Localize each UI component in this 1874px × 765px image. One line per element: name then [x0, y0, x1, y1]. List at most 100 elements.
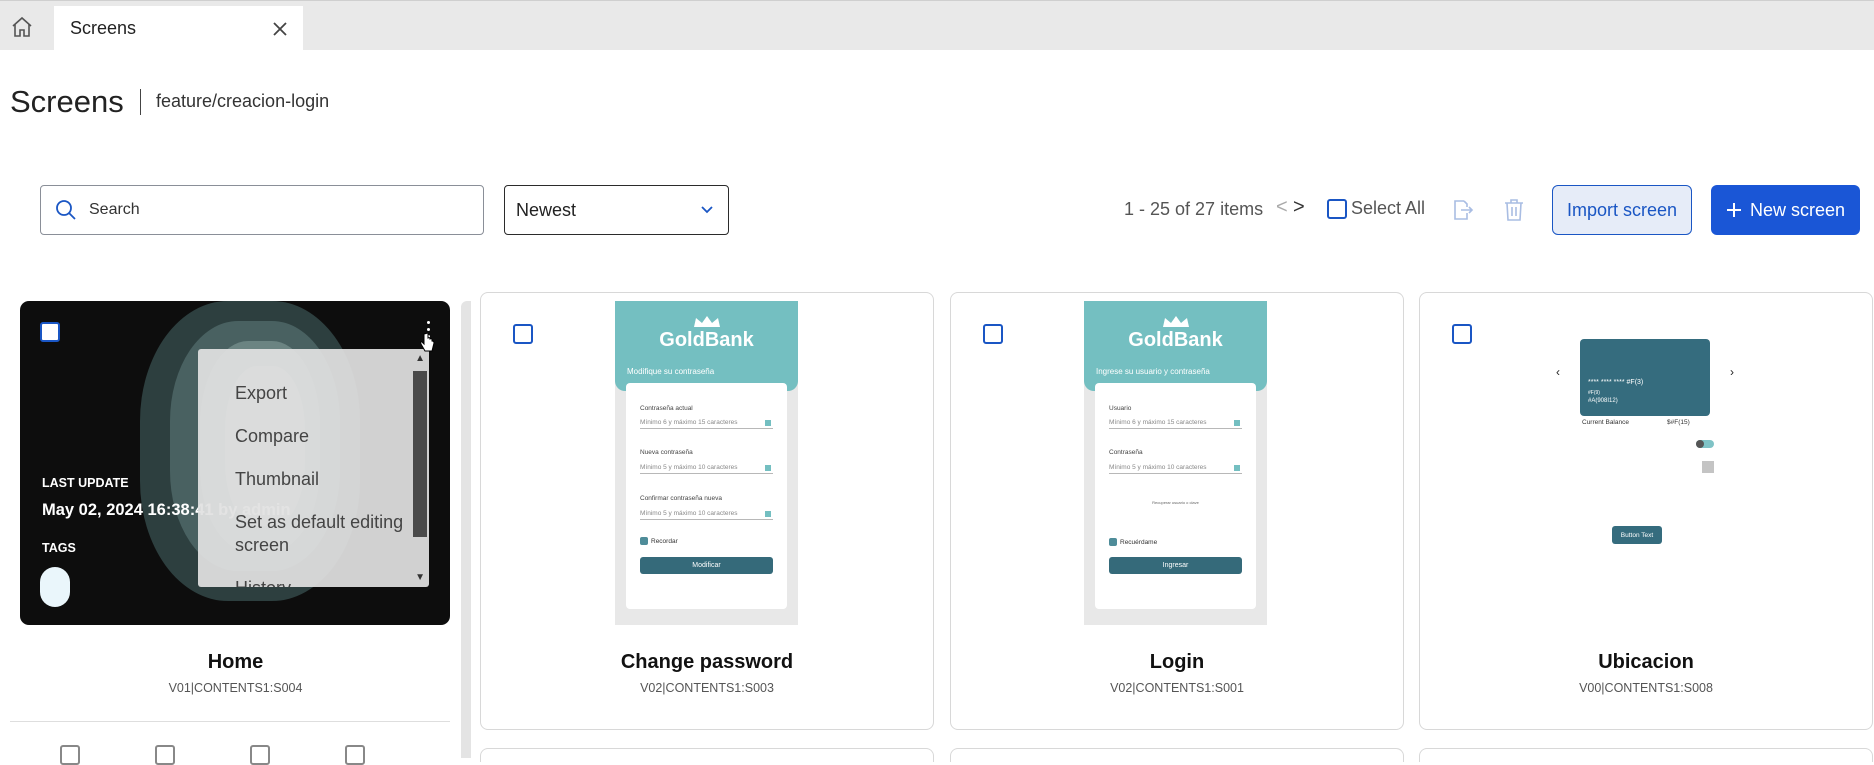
- card-checkbox[interactable]: [983, 324, 1003, 344]
- card-divider: [10, 721, 450, 722]
- field-hint: Mínimo 5 y máximo 10 caracteres: [1109, 464, 1207, 471]
- chevron-down-icon: [701, 206, 713, 214]
- card-name: Home: [207, 651, 264, 673]
- chevron-left-icon: ‹: [1556, 365, 1560, 379]
- scroll-up-icon[interactable]: ▲: [415, 353, 425, 364]
- card-code: V02|CONTENTS1:S001: [1110, 681, 1244, 695]
- preview-subtitle: Modifique su contraseña: [627, 367, 715, 376]
- sort-value: Newest: [516, 199, 577, 220]
- field-input: Mínimo 6 y máximo 15 caracteres: [1109, 419, 1242, 429]
- field-label: Contraseña actual: [640, 405, 693, 412]
- search-input[interactable]: [89, 201, 449, 219]
- preview-credit-card: **** **** **** #F(3) #F(9) #A(908I12): [1580, 339, 1710, 416]
- scroll-down-icon[interactable]: ▼: [415, 572, 425, 583]
- import-screen-button[interactable]: Import screen: [1552, 185, 1692, 235]
- field-label: Confirmar contraseña nueva: [640, 495, 723, 502]
- prev-page-button[interactable]: <: [1276, 196, 1288, 219]
- preview-balance-label: Current Balance: [1582, 419, 1629, 426]
- card-peek: [1419, 748, 1873, 762]
- card-name: Ubicacion: [1598, 651, 1694, 673]
- select-all-checkbox[interactable]: [1327, 198, 1347, 219]
- select-all-label: Select All: [1351, 198, 1426, 218]
- close-icon[interactable]: [271, 20, 289, 38]
- delete-icon[interactable]: [250, 745, 270, 765]
- export-icon[interactable]: [1450, 198, 1474, 222]
- field-label: Usuario: [1109, 405, 1132, 412]
- next-page-button[interactable]: >: [1293, 196, 1305, 219]
- preview-logo: GoldBank: [1128, 329, 1223, 351]
- field-input: Mínimo 6 y máximo 15 caracteres: [640, 419, 773, 429]
- card-preview: GoldBank Ingrese su usuario y contraseña…: [1084, 301, 1267, 625]
- preview-button: Modificar: [640, 557, 773, 574]
- preview-toggle: [1696, 440, 1714, 448]
- field-label: Nueva contraseña: [640, 449, 693, 456]
- card-checkbox[interactable]: [40, 322, 60, 342]
- preview-card-number: **** **** **** #F(3): [1588, 379, 1644, 386]
- screen-card-login[interactable]: GoldBank Ingrese su usuario y contraseña…: [950, 292, 1404, 730]
- chevron-right-icon: ›: [1730, 365, 1734, 379]
- card-preview: LAST UPDATE May 02, 2024 16:38:41 by adm…: [20, 301, 450, 625]
- new-screen-label: New screen: [1749, 199, 1846, 220]
- title-divider: [140, 89, 141, 115]
- field-hint: Mínimo 5 y máximo 10 caracteres: [640, 510, 738, 517]
- preview-form: Usuario Mínimo 6 y máximo 15 caracteres …: [1095, 383, 1256, 609]
- field-hint: Mínimo 6 y máximo 15 caracteres: [640, 419, 738, 426]
- context-menu: ▲ Export Compare Thumbnail Set as defaul…: [198, 349, 429, 587]
- edit-icon[interactable]: [60, 745, 80, 765]
- card-name: Change password: [620, 651, 794, 673]
- new-screen-button[interactable]: New screen: [1711, 185, 1860, 235]
- preview-subtitle: Ingrese su usuario y contraseña: [1096, 367, 1210, 376]
- tab-screens-label: Screens: [70, 18, 137, 38]
- card-peek: [480, 748, 934, 762]
- preview-button: Button Text: [1612, 526, 1662, 544]
- menu-item-compare[interactable]: Compare: [235, 425, 415, 448]
- plus-icon: [1726, 203, 1741, 217]
- tags-label: TAGS: [42, 541, 76, 555]
- preview-logo: GoldBank: [659, 329, 754, 351]
- sort-dropdown[interactable]: Newest: [504, 185, 729, 235]
- home-icon: [12, 16, 32, 37]
- tab-screens[interactable]: Screens: [54, 6, 303, 51]
- card-checkbox[interactable]: [513, 324, 533, 344]
- card-preview: GoldBank Modifique su contraseña Contras…: [615, 301, 798, 625]
- preview-card-line: #A(908I12): [1588, 398, 1618, 404]
- preview-checkbox-label: Recordar: [651, 537, 678, 545]
- card-code: V00|CONTENTS1:S008: [1579, 681, 1713, 695]
- menu-item-thumbnail[interactable]: Thumbnail: [235, 468, 415, 491]
- preview-checkbox: Recordar: [640, 537, 678, 545]
- copy-icon[interactable]: [155, 745, 175, 765]
- preview-square: [1702, 461, 1714, 473]
- tag-pill[interactable]: [40, 567, 70, 607]
- card-actions: [60, 745, 365, 765]
- field-label: Contraseña: [1109, 449, 1143, 456]
- screen-card-home[interactable]: LAST UPDATE May 02, 2024 16:38:41 by adm…: [10, 301, 451, 765]
- search-icon: [56, 200, 76, 220]
- screen-card-ubicacion[interactable]: ‹ › **** **** **** #F(3) #F(9) #A(908I12…: [1419, 292, 1873, 730]
- crown-icon: [694, 316, 720, 327]
- card-peek: [950, 748, 1404, 762]
- field-input: Mínimo 5 y máximo 10 caracteres: [640, 510, 773, 520]
- menu-item-export[interactable]: Export: [235, 382, 415, 405]
- pagination-info: 1 - 25 of 27 items: [1124, 199, 1264, 219]
- screen-card-change-password[interactable]: GoldBank Modifique su contraseña Contras…: [480, 292, 934, 730]
- card-code: V01|CONTENTS1:S004: [168, 681, 303, 695]
- menu-item-set-default[interactable]: Set as default editing screen: [235, 511, 415, 557]
- preview-checkbox: Recuérdame: [1109, 538, 1157, 546]
- menu-item-history[interactable]: History: [235, 577, 415, 587]
- menu-scrollbar[interactable]: [413, 371, 427, 537]
- field-input: Mínimo 5 y máximo 10 caracteres: [640, 464, 773, 474]
- preview-checkbox-label: Recuérdame: [1120, 538, 1158, 546]
- tab-bar: Screens: [0, 0, 1874, 51]
- select-all[interactable]: Select All: [1327, 198, 1425, 219]
- info-icon[interactable]: [345, 745, 365, 765]
- search-box[interactable]: [40, 185, 484, 235]
- page-title: Screens: [10, 84, 124, 119]
- card-code: V02|CONTENTS1:S003: [640, 681, 774, 695]
- trash-icon[interactable]: [1503, 198, 1525, 222]
- preview-form: Contraseña actual Mínimo 6 y máximo 15 c…: [626, 383, 787, 609]
- home-tab[interactable]: [0, 2, 44, 51]
- preview-link: Recuperar usuario o clave: [1152, 500, 1199, 505]
- field-hint: Mínimo 6 y máximo 15 caracteres: [1109, 419, 1207, 426]
- preview-card-line: #F(9): [1588, 390, 1600, 396]
- hand-cursor-icon: [420, 333, 435, 352]
